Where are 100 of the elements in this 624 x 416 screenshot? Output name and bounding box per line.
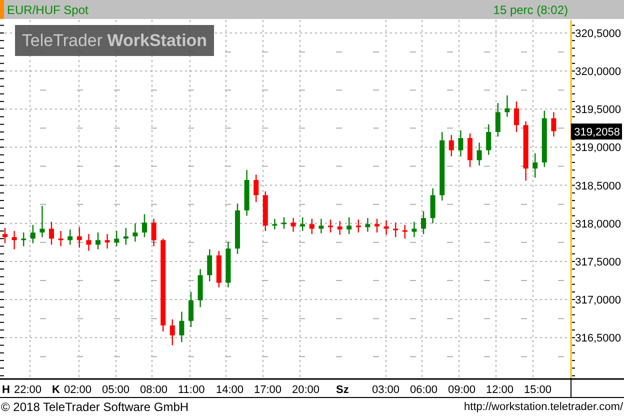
tick-mark (0, 360, 4, 361)
candle (179, 312, 184, 342)
day-label: K (52, 384, 60, 396)
candle (309, 218, 314, 234)
candle (114, 231, 120, 246)
candle (300, 217, 306, 231)
tick-mark (572, 322, 576, 323)
tick-mark (0, 116, 4, 118)
tick-mark (572, 314, 576, 316)
axis-label: 319,5000 (575, 104, 621, 116)
candle (495, 103, 500, 137)
axis-label: 08:00 (140, 384, 168, 396)
tick-mark (572, 337, 576, 338)
candle (216, 250, 222, 288)
tick-mark (0, 78, 4, 80)
tick-mark (0, 32, 4, 34)
candle (76, 227, 82, 248)
candle (2, 228, 8, 244)
tick-mark (572, 86, 576, 87)
tick-mark (572, 48, 576, 49)
axis-label: 319,0000 (575, 142, 621, 154)
tick-mark (0, 154, 4, 156)
candle (226, 242, 231, 288)
day-label: H (2, 384, 10, 396)
tick-mark (572, 260, 576, 262)
axis-label: 318,5000 (575, 180, 621, 192)
candle (244, 170, 250, 216)
candle (430, 188, 436, 224)
tick-mark (0, 260, 4, 262)
candle (374, 218, 380, 233)
tick-mark (572, 55, 576, 56)
axis-label: 09:00 (448, 384, 476, 396)
tick-mark (572, 230, 576, 232)
candle (346, 217, 352, 234)
tick-mark (572, 375, 576, 376)
candle (12, 231, 17, 250)
candle (262, 191, 268, 231)
tick-mark (572, 222, 576, 224)
candle (30, 224, 36, 244)
tick-mark (572, 268, 576, 270)
candle (254, 174, 259, 202)
tick-mark (0, 352, 4, 354)
day-label: Sz (336, 384, 349, 396)
tick-mark (572, 162, 576, 163)
candle (49, 222, 54, 245)
axis-label: 320,0000 (575, 66, 621, 78)
tick-mark (0, 375, 4, 376)
candle (170, 319, 175, 346)
candle (542, 110, 547, 167)
tick-mark (572, 330, 576, 331)
candle (421, 211, 426, 234)
tick-mark (572, 93, 576, 94)
tick-mark (0, 330, 4, 331)
candle (356, 220, 361, 233)
website-link[interactable]: http://workstation.teletrader.com/ (464, 401, 623, 413)
symbol-title: EUR/HUF Spot (7, 2, 90, 16)
candle (104, 234, 110, 248)
candle (318, 218, 324, 234)
tick-mark (572, 215, 576, 216)
tick-mark (0, 314, 4, 316)
tick-mark (572, 70, 576, 72)
tick-mark (0, 222, 4, 224)
tick-mark (0, 139, 4, 140)
tick-mark (0, 177, 4, 178)
axis-label: 03:00 (372, 384, 400, 396)
tick-mark (572, 24, 576, 26)
candle (21, 232, 26, 246)
candle (448, 135, 454, 156)
tick-mark (0, 48, 4, 49)
candle (272, 218, 278, 230)
tick-mark (0, 215, 4, 216)
candle (151, 218, 156, 246)
tick-mark (572, 78, 576, 80)
tick-mark (0, 108, 4, 110)
tick-mark (0, 93, 4, 94)
candle (337, 221, 342, 235)
axis-label: 17:00 (254, 384, 282, 396)
candle (188, 292, 194, 327)
tick-mark (572, 352, 576, 354)
candle (207, 249, 212, 282)
tick-mark (572, 32, 576, 34)
tick-mark (0, 238, 4, 240)
candle (384, 220, 389, 235)
tick-mark (0, 200, 4, 202)
last-price-tag: 319,2058 (571, 124, 622, 140)
candle (290, 218, 296, 232)
candle (532, 153, 538, 178)
candle (468, 134, 472, 167)
tick-mark (572, 116, 576, 118)
candle (132, 223, 138, 242)
tick-mark (0, 24, 4, 26)
candle (365, 218, 370, 232)
tick-mark (572, 238, 576, 240)
candle (486, 124, 492, 155)
tick-mark (572, 276, 576, 278)
axis-label: 320,5000 (575, 28, 621, 40)
tick-mark (0, 368, 4, 369)
axis-label: 317,5000 (575, 256, 621, 268)
tick-mark (0, 170, 4, 171)
tick-mark (572, 360, 576, 361)
